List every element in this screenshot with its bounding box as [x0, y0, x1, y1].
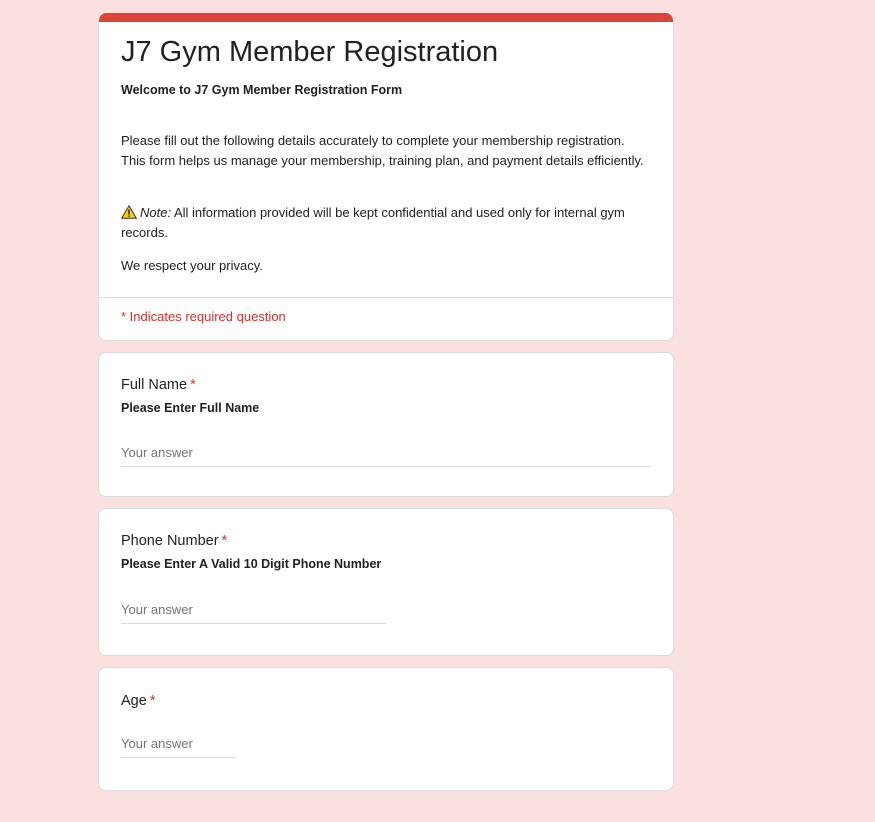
header-accent-bar [99, 13, 673, 22]
welcome-text: Welcome to J7 Gym Member Registration Fo… [121, 83, 403, 97]
required-asterisk: * [190, 377, 196, 393]
required-asterisk: * [149, 693, 156, 709]
question-help-text: Please Enter Full Name [121, 401, 260, 415]
question-title-text: Full Name [121, 377, 188, 393]
question-title: Age * [121, 691, 651, 711]
age-input[interactable] [121, 736, 236, 758]
phone-number-input[interactable] [121, 602, 386, 624]
required-indicator-note: * Indicates required question [121, 309, 286, 324]
form-header-card: J7 Gym Member Registration Welcome to J7… [98, 13, 674, 341]
form-container: J7 Gym Member Registration Welcome to J7… [98, 13, 674, 802]
question-help-text: Please Enter A Valid 10 Digit Phone Numb… [121, 557, 382, 571]
warning-icon [121, 205, 137, 219]
privacy-text: We respect your privacy. [121, 258, 263, 273]
form-description: Please fill out the following details ac… [121, 133, 644, 168]
question-title-text: Age [121, 693, 147, 709]
question-card-age: Age * [98, 667, 674, 791]
question-title: Phone Number * [121, 531, 651, 551]
question-card-phone-number: Phone Number * Please Enter A Valid 10 Di… [98, 508, 674, 656]
question-title-text: Phone Number [121, 533, 219, 549]
note-text: All information provided will be kept co… [121, 205, 625, 240]
question-title: Full Name * [121, 375, 651, 395]
confidentiality-note: Note: All information provided will be k… [121, 203, 651, 243]
header-body: J7 Gym Member Registration Welcome to J7… [99, 22, 673, 276]
form-title: J7 Gym Member Registration [121, 36, 499, 68]
question-card-full-name: Full Name * Please Enter Full Name [98, 352, 674, 497]
note-label: Note: [140, 205, 172, 220]
full-name-input[interactable] [121, 445, 651, 467]
required-asterisk: * [221, 533, 228, 549]
